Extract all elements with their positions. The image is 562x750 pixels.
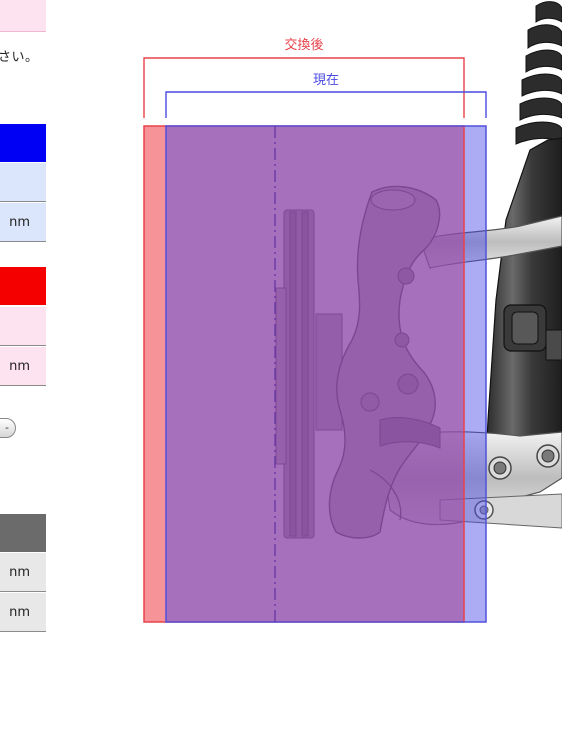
current-bracket [165,91,487,118]
shock-absorber [485,137,562,471]
label-current: 現在 [313,73,339,88]
current-width-area [166,126,486,622]
width-overlay [143,125,487,623]
width-brackets: 交換後 現在 [143,37,487,118]
after-bracket [143,57,465,118]
wheel-offset-diagram: 交換後 現在 [143,1,562,623]
label-after: 交換後 [284,37,323,53]
coil-spring [515,1,562,145]
